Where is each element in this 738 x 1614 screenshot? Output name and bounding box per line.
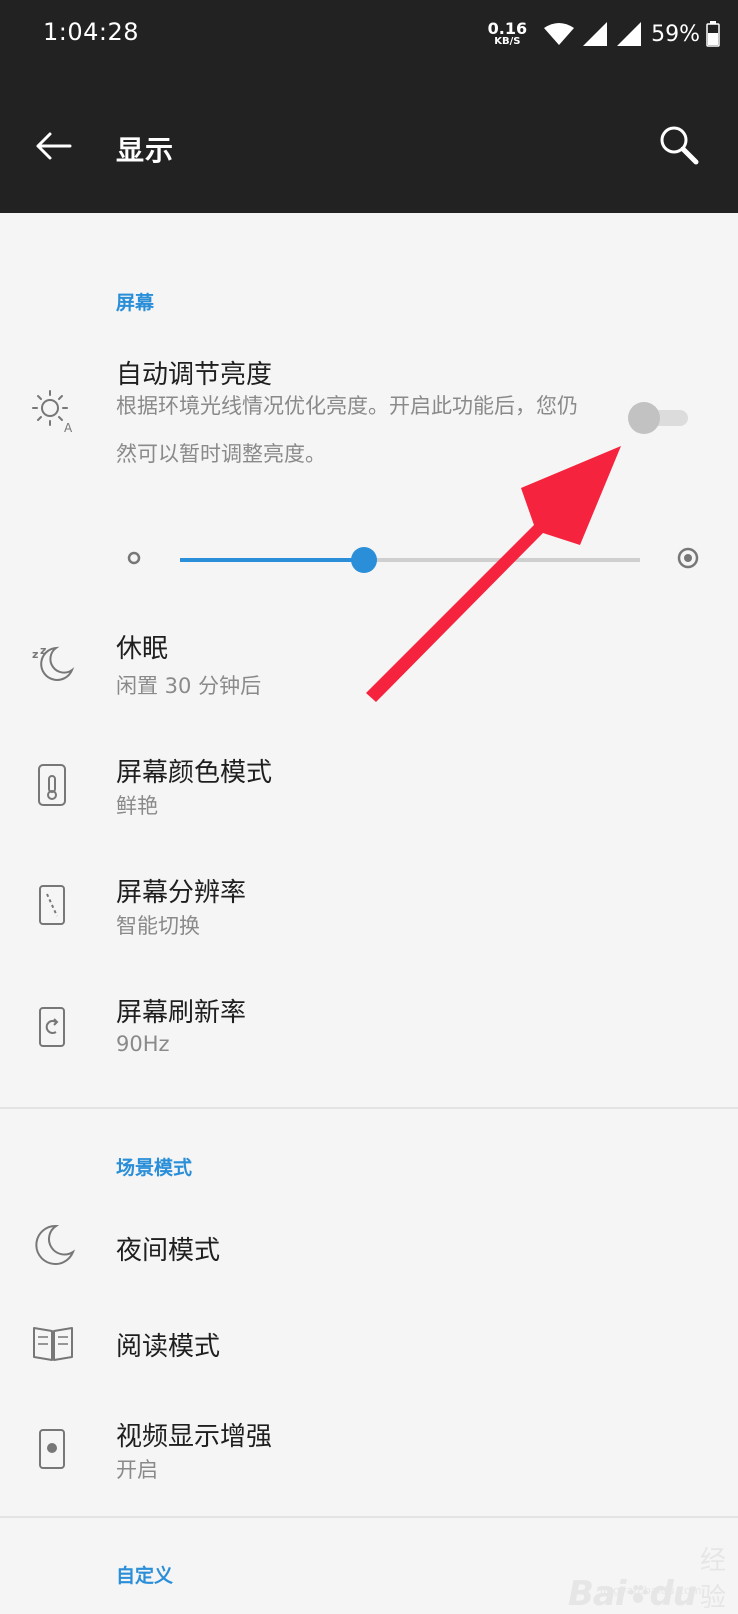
resolution-value: 智能切换 — [116, 914, 200, 938]
moon-icon — [35, 1224, 76, 1265]
network-speed: 0.16 KB/S — [488, 21, 527, 47]
sleep-title: 休眠 — [116, 634, 169, 664]
thermometer-icon — [38, 764, 66, 806]
video-enhance-title: 视频显示增强 — [116, 1422, 273, 1452]
battery-percent: 59% — [651, 21, 700, 47]
night-mode-title: 夜间模式 — [116, 1236, 221, 1266]
refresh-rate-value: 90Hz — [116, 1032, 170, 1056]
slider-fill — [180, 558, 364, 562]
battery-icon — [706, 21, 720, 47]
signal-icon — [583, 22, 608, 46]
reading-mode-item[interactable]: 阅读模式 — [0, 1320, 738, 1380]
video-enhance-item[interactable]: 视频显示增强 开启 — [0, 1414, 738, 1494]
color-mode-item[interactable]: 屏幕颜色模式 鲜艳 — [0, 750, 738, 830]
status-icons: 0.16 KB/S 59% — [488, 14, 720, 54]
watermark-url: jingyan.baidu.com — [600, 1584, 702, 1597]
svg-text:A: A — [64, 421, 73, 434]
wifi-icon — [544, 23, 575, 45]
slider-thumb[interactable] — [351, 547, 377, 573]
page-title: 显示 — [116, 134, 175, 167]
sleep-moon-icon: z z — [32, 644, 75, 681]
network-speed-unit: KB/S — [494, 36, 521, 47]
brightness-high-icon — [677, 547, 699, 569]
color-mode-title: 屏幕颜色模式 — [116, 758, 273, 788]
section-header-screen: 屏幕 — [116, 292, 155, 314]
auto-brightness-description: 根据环境光线情况优化亮度。开启此功能后，您仍然可以暂时调整亮度。 — [116, 394, 578, 466]
color-mode-value: 鲜艳 — [116, 794, 158, 818]
brightness-slider[interactable] — [180, 540, 640, 580]
watermark-text: 经验 — [699, 1546, 726, 1613]
toggle-thumb — [628, 402, 660, 434]
signal-icon — [617, 22, 642, 46]
reading-mode-title: 阅读模式 — [116, 1332, 221, 1362]
network-speed-value: 0.16 — [487, 19, 528, 38]
refresh-rate-title: 屏幕刷新率 — [116, 998, 247, 1028]
night-mode-item[interactable]: 夜间模式 — [0, 1220, 738, 1280]
section-divider — [0, 1107, 738, 1109]
auto-brightness-icon: A — [32, 390, 73, 434]
resolution-item[interactable]: 屏幕分辨率 智能切换 — [0, 870, 738, 950]
sleep-item[interactable]: z z 休眠 闲置 30 分钟后 — [0, 628, 738, 708]
auto-brightness-toggle[interactable] — [624, 401, 690, 435]
resolution-icon — [39, 885, 65, 925]
refresh-rate-item[interactable]: 屏幕刷新率 90Hz — [0, 990, 738, 1070]
book-icon — [33, 1327, 73, 1361]
section-header-custom: 自定义 — [116, 1565, 174, 1587]
section-header-scene: 场景模式 — [116, 1157, 193, 1179]
status-time: 1:04:28 — [43, 18, 140, 46]
video-enhance-icon — [39, 1429, 65, 1469]
video-enhance-value: 开启 — [116, 1458, 158, 1482]
resolution-title: 屏幕分辨率 — [116, 878, 247, 908]
app-bar: 显示 — [0, 70, 738, 213]
refresh-icon — [39, 1007, 65, 1047]
arrow-left-icon[interactable] — [34, 126, 74, 166]
status-bar: 1:04:28 0.16 KB/S 59% — [0, 0, 738, 70]
search-icon[interactable] — [656, 122, 706, 172]
section-divider — [0, 1516, 738, 1518]
brightness-low-icon — [127, 551, 141, 565]
svg-text:z: z — [32, 648, 38, 661]
svg-text:z: z — [40, 644, 46, 657]
watermark-logo: Bai du 经验 — [568, 1540, 738, 1614]
sleep-value: 闲置 30 分钟后 — [116, 674, 262, 698]
